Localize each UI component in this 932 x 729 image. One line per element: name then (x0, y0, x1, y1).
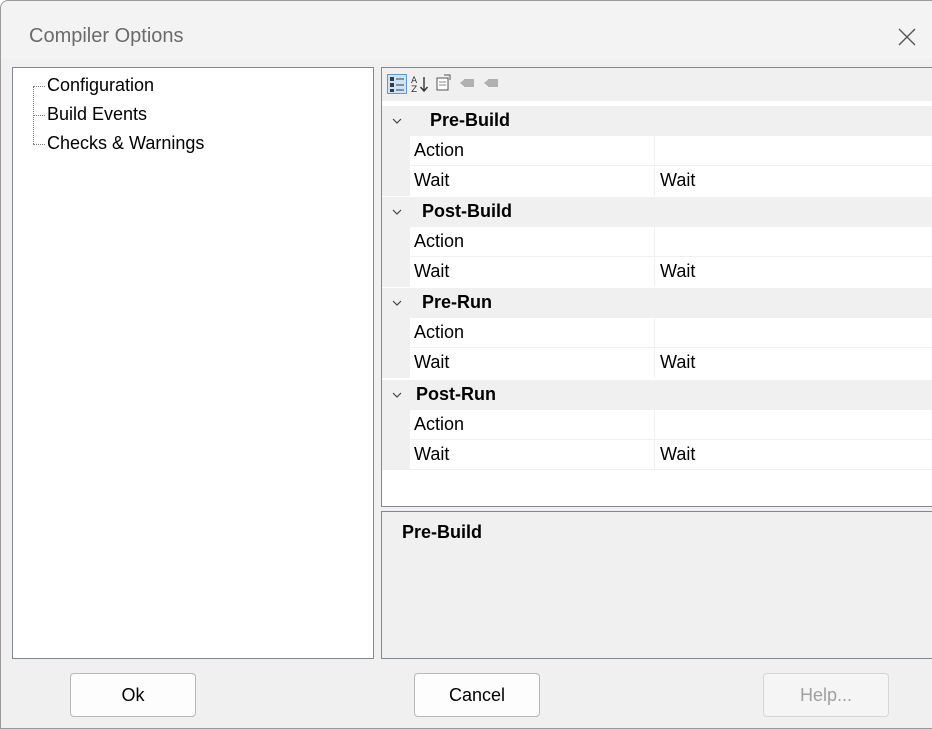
column-separator (654, 348, 655, 378)
categorized-button[interactable] (387, 74, 407, 94)
property-grid-toolbar: A Z (382, 68, 932, 101)
sort-alphabetical-icon: A Z (411, 76, 429, 95)
property-name: Action (414, 140, 465, 160)
property-row-wait[interactable]: Wait Wait (382, 348, 932, 378)
property-name: Wait (414, 170, 450, 190)
tree-connector (33, 144, 45, 145)
property-row-action[interactable]: Action (382, 318, 932, 348)
property-value[interactable]: Wait (660, 170, 695, 191)
category-pre-build[interactable]: Pre-Build (382, 106, 932, 136)
ok-button[interactable]: Ok (70, 673, 196, 717)
compiler-options-dialog: Compiler Options Configuration Build Eve… (0, 0, 932, 729)
column-separator (654, 257, 655, 287)
row-gutter (382, 440, 410, 470)
column-separator (654, 410, 655, 440)
categorized-icon (390, 77, 404, 92)
category-label: Post-Run (416, 384, 496, 404)
property-pages-button[interactable] (434, 74, 454, 94)
column-separator (654, 227, 655, 257)
cancel-button[interactable]: Cancel (414, 673, 540, 717)
row-gutter (382, 227, 410, 257)
chevron-down-icon[interactable] (390, 296, 404, 310)
property-name: Action (414, 231, 465, 251)
property-name: Action (414, 414, 465, 434)
forward-icon (484, 79, 498, 87)
sort-alphabetical-button[interactable]: A Z (410, 74, 430, 95)
title-bar: Compiler Options (1, 1, 932, 59)
property-value[interactable]: Wait (660, 352, 695, 373)
column-separator (654, 136, 655, 166)
property-row-action[interactable]: Action (382, 136, 932, 166)
category-label: Pre-Run (422, 292, 493, 312)
column-separator (654, 318, 655, 348)
close-icon (898, 28, 916, 46)
tree-connector (33, 86, 45, 87)
row-gutter (382, 136, 410, 166)
row-gutter (382, 410, 410, 440)
forward-button[interactable] (482, 74, 502, 94)
row-separator (410, 469, 932, 470)
row-gutter (382, 348, 410, 378)
close-button[interactable] (889, 19, 925, 55)
column-separator (654, 440, 655, 470)
property-row-action[interactable]: Action (382, 227, 932, 257)
row-gutter (382, 166, 410, 196)
property-value[interactable]: Wait (660, 444, 695, 465)
row-gutter (382, 257, 410, 287)
tree-item-checks-warnings[interactable]: Checks & Warnings (47, 130, 204, 156)
property-name: Wait (414, 261, 450, 281)
column-separator (654, 166, 655, 196)
property-row-wait[interactable]: Wait Wait (382, 440, 932, 470)
options-tree[interactable]: Configuration Build Events Checks & Warn… (12, 67, 374, 659)
category-post-build[interactable]: Post-Build (382, 197, 932, 227)
help-button[interactable]: Help... (763, 673, 889, 717)
chevron-down-icon[interactable] (390, 388, 404, 402)
property-row-wait[interactable]: Wait Wait (382, 257, 932, 287)
back-icon (460, 79, 474, 87)
chevron-down-icon[interactable] (390, 114, 404, 128)
tree-item-configuration[interactable]: Configuration (47, 72, 154, 98)
chevron-down-icon[interactable] (390, 205, 404, 219)
property-name: Wait (414, 444, 450, 464)
tree-connector (33, 115, 45, 116)
tree-item-build-events[interactable]: Build Events (47, 101, 147, 127)
property-row-wait[interactable]: Wait Wait (382, 166, 932, 196)
svg-text:Z: Z (411, 85, 417, 94)
property-name: Action (414, 322, 465, 342)
property-row-action[interactable]: Action (382, 410, 932, 440)
category-label: Post-Build (422, 201, 512, 221)
window-title: Compiler Options (29, 25, 184, 47)
property-grid[interactable]: A Z Pre-Build Action Wait Wait Post-Buil… (381, 67, 932, 507)
category-post-run[interactable]: Post-Run (382, 380, 932, 410)
property-pages-icon (436, 74, 451, 91)
category-label: Pre-Build (430, 110, 511, 130)
description-title: Pre-Build (402, 522, 483, 542)
row-gutter (382, 318, 410, 348)
back-button[interactable] (458, 74, 478, 94)
description-pane: Pre-Build (381, 511, 932, 659)
property-value[interactable]: Wait (660, 261, 695, 282)
category-pre-run[interactable]: Pre-Run (382, 288, 932, 318)
property-name: Wait (414, 352, 450, 372)
